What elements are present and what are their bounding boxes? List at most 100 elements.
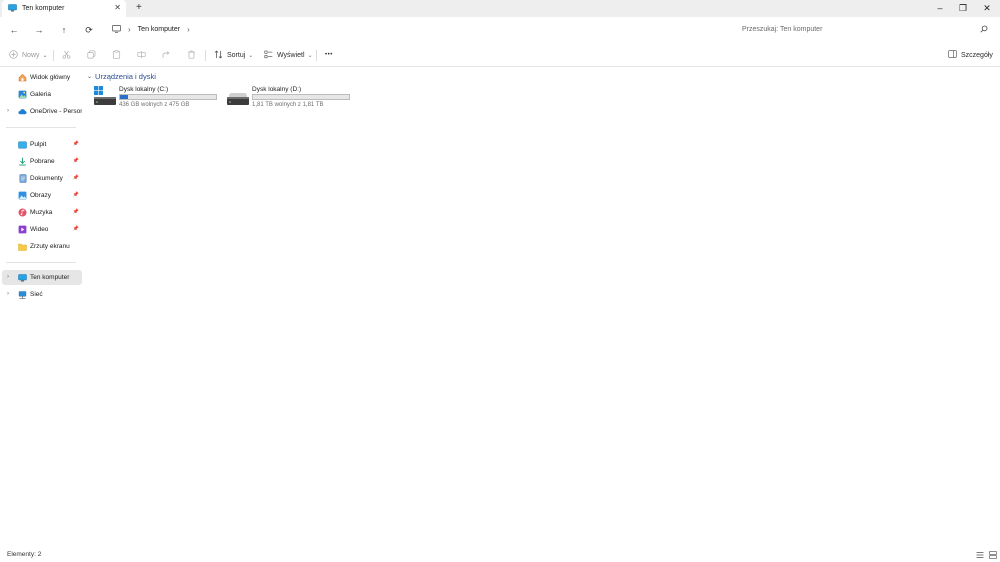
sidebar-item-label: Wideo: [30, 226, 49, 233]
hard-drive-icon: [226, 85, 250, 107]
trash-icon: [187, 50, 196, 61]
chevron-right-icon[interactable]: ›: [7, 291, 9, 297]
rename-icon: [137, 50, 146, 61]
delete-button[interactable]: [187, 48, 196, 62]
details-view-icon: [976, 551, 983, 558]
sidebar-item-music[interactable]: Muzyka 📌: [2, 205, 82, 220]
sidebar-item-pictures[interactable]: Obrazy 📌: [2, 188, 82, 203]
sort-label: Sortuj: [227, 51, 246, 59]
pictures-icon: [18, 191, 27, 200]
share-icon: [162, 50, 171, 61]
sidebar-item-this-pc[interactable]: › Ten komputer: [2, 270, 82, 285]
divider: [6, 127, 76, 128]
minimize-button[interactable]: –: [929, 1, 951, 15]
video-icon: [18, 225, 27, 234]
tab-close-button[interactable]: ✕: [114, 3, 121, 12]
network-icon: [18, 290, 27, 299]
tiles-view-button[interactable]: [987, 549, 998, 560]
search-input[interactable]: Przeszukaj: Ten komputer: [734, 21, 994, 38]
search-placeholder: Przeszukaj: Ten komputer: [742, 26, 823, 33]
chevron-right-icon[interactable]: ›: [7, 274, 9, 280]
drive-free-space: 1,81 TB wolnych z 1,81 TB: [252, 102, 324, 108]
sidebar-item-network[interactable]: › Sieć: [2, 287, 82, 302]
divider: [205, 50, 206, 61]
content-pane: ⌄ Urządzenia i dyski Dysk lokalny (C:) 4…: [84, 67, 1000, 547]
drive-usage-bar: [252, 94, 350, 100]
paste-button[interactable]: [112, 48, 121, 62]
search-icon: [980, 25, 988, 35]
new-button[interactable]: Nowy ⌄: [9, 48, 48, 62]
pin-icon[interactable]: 📌: [73, 209, 79, 215]
drive-free-space: 436 GB wolnych z 475 GB: [119, 102, 190, 108]
pin-icon[interactable]: 📌: [73, 226, 79, 232]
refresh-button[interactable]: ⟳: [81, 22, 97, 38]
navigation-bar: ← → ↑ ⟳ › Ten komputer › Przeszukaj: Ten…: [0, 17, 1000, 42]
cloud-icon: [18, 107, 27, 116]
chevron-right-icon[interactable]: ›: [187, 25, 190, 34]
cut-button[interactable]: [62, 48, 71, 62]
scissors-icon: [62, 50, 71, 61]
sidebar-item-gallery[interactable]: Galeria: [2, 87, 82, 102]
chevron-down-icon: ⌄: [248, 52, 254, 59]
group-title: Urządzenia i dyski: [95, 72, 156, 81]
chevron-down-icon: ⌄: [307, 52, 313, 59]
sidebar-item-label: Ten komputer: [30, 274, 70, 281]
plus-circle-icon: [9, 49, 18, 61]
up-button[interactable]: ↑: [56, 22, 72, 38]
sidebar-item-documents[interactable]: Dokumenty 📌: [2, 171, 82, 186]
sidebar-item-label: Pulpit: [30, 141, 47, 148]
computer-icon: [8, 3, 17, 14]
pin-icon[interactable]: 📌: [73, 175, 79, 181]
pin-icon[interactable]: 📌: [73, 192, 79, 198]
sidebar-item-label: Sieć: [30, 291, 43, 298]
copy-icon: [87, 49, 96, 61]
sidebar-item-home[interactable]: Widok główny: [2, 70, 82, 85]
breadcrumb-ten-komputer[interactable]: Ten komputer: [138, 26, 180, 33]
divider: [6, 262, 76, 263]
close-window-button[interactable]: ✕: [976, 1, 998, 15]
details-label: Szczegóły: [961, 51, 993, 59]
rename-button[interactable]: [137, 48, 146, 62]
sidebar-item-label: Dokumenty: [30, 175, 63, 182]
chevron-right-icon[interactable]: ›: [7, 108, 9, 114]
sidebar-item-screenshots[interactable]: Zrzuty ekranu: [2, 239, 82, 254]
details-pane-icon: [948, 50, 957, 60]
details-view-button[interactable]: [974, 549, 985, 560]
sidebar-item-desktop[interactable]: Pulpit 📌: [2, 137, 82, 152]
windows-drive-icon: [93, 85, 117, 107]
restore-button[interactable]: ❐: [952, 1, 974, 15]
share-button[interactable]: [162, 48, 171, 62]
tab-ten-komputer[interactable]: Ten komputer ✕: [2, 0, 126, 17]
drive-usage-bar: [119, 94, 217, 100]
desktop-icon: [18, 140, 27, 149]
new-tab-button[interactable]: +: [136, 2, 142, 13]
sidebar-item-label: Pobrane: [30, 158, 55, 165]
view-button[interactable]: Wyświetl ⌄: [264, 48, 313, 62]
copy-button[interactable]: [87, 48, 96, 62]
details-button[interactable]: Szczegóły: [948, 48, 993, 62]
sidebar-item-downloads[interactable]: Pobrane 📌: [2, 154, 82, 169]
sidebar-item-video[interactable]: Wideo 📌: [2, 222, 82, 237]
more-options-button[interactable]: •••: [325, 48, 333, 62]
pin-icon[interactable]: 📌: [73, 158, 79, 164]
item-count: Elementy: 2: [7, 551, 42, 558]
sidebar-item-label: Zrzuty ekranu: [30, 243, 70, 250]
monitor-icon: [112, 24, 121, 35]
documents-icon: [18, 174, 27, 183]
forward-button[interactable]: →: [31, 22, 47, 38]
sidebar-item-label: Muzyka: [30, 209, 53, 216]
home-icon: [18, 73, 27, 82]
navigation-pane: Widok główny Galeria › OneDrive - Person…: [0, 67, 83, 547]
status-bar: Elementy: 2: [0, 547, 1000, 562]
pin-icon[interactable]: 📌: [73, 141, 79, 147]
command-bar: Nowy ⌄ Sortuj ⌄ Wyświetl ⌄ ••• Szczegóły: [0, 43, 1000, 67]
drive-c[interactable]: Dysk lokalny (C:) 436 GB wolnych z 475 G…: [93, 85, 223, 111]
download-icon: [18, 157, 27, 166]
address-bar[interactable]: › Ten komputer ›: [106, 21, 726, 38]
sidebar-item-onedrive[interactable]: › OneDrive - Persona: [2, 104, 82, 119]
group-header-devices[interactable]: ⌄ Urządzenia i dyski: [87, 72, 156, 81]
sort-button[interactable]: Sortuj ⌄: [214, 48, 253, 62]
drive-d[interactable]: Dysk lokalny (D:) 1,81 TB wolnych z 1,81…: [226, 85, 356, 111]
divider: [316, 50, 317, 61]
back-button[interactable]: ←: [6, 22, 22, 38]
